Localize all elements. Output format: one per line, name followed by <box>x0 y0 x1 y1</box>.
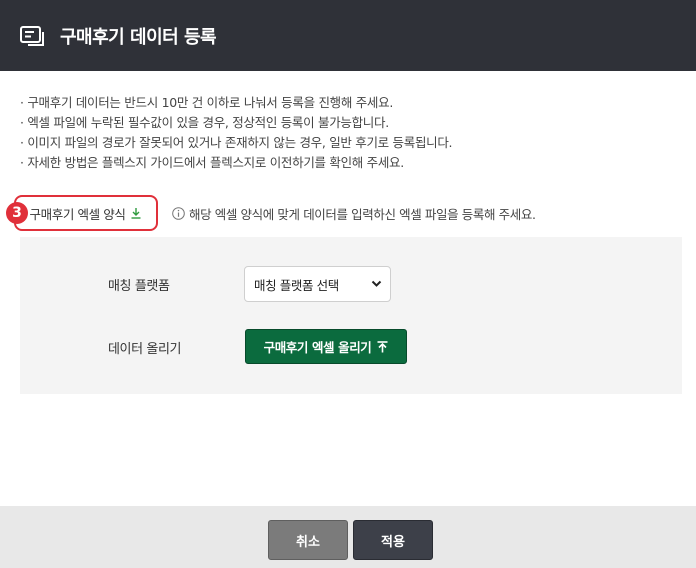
upload-form-panel: 매칭 플랫폼 매칭 플랫폼 선택 데이터 올리기 구매후기 엑셀 올리기 <box>20 237 682 394</box>
modal-footer: 취소 적용 <box>0 506 696 568</box>
upload-icon <box>377 340 388 352</box>
upload-label: 데이터 올리기 <box>108 342 182 357</box>
download-template-label: 구매후기 엑셀 양식 <box>29 206 126 222</box>
template-row: 3 구매후기 엑셀 양식 해당 엑셀 양식에 맞게 데이터를 입력하신 엑셀 파… <box>6 195 536 231</box>
info-icon <box>172 206 185 220</box>
modal-header: 구매후기 데이터 등록 <box>0 0 696 71</box>
note-item: · 엑셀 파일에 누락된 필수값이 있을 경우, 정상적인 등록이 불가능합니다… <box>20 115 389 130</box>
cancel-button[interactable]: 취소 <box>268 520 348 560</box>
download-icon <box>131 208 141 219</box>
platform-label: 매칭 플랫폼 <box>108 279 170 294</box>
note-item: · 구매후기 데이터는 반드시 10만 건 이하로 나눠서 등록을 진행해 주세… <box>20 95 393 110</box>
list-card-icon <box>20 25 44 46</box>
notes-list: · 구매후기 데이터는 반드시 10만 건 이하로 나눠서 등록을 진행해 주세… <box>20 93 680 173</box>
upload-excel-button[interactable]: 구매후기 엑셀 올리기 <box>245 329 407 364</box>
platform-select[interactable]: 매칭 플랫폼 선택 <box>244 266 391 302</box>
apply-button[interactable]: 적용 <box>353 520 433 560</box>
step-badge: 3 <box>6 202 28 224</box>
template-hint-text: 해당 엑셀 양식에 맞게 데이터를 입력하신 엑셀 파일을 등록해 주세요. <box>189 206 536 222</box>
platform-select-value: 매칭 플랫폼 선택 <box>254 277 339 293</box>
modal-title: 구매후기 데이터 등록 <box>60 26 217 48</box>
upload-excel-label: 구매후기 엑셀 올리기 <box>263 340 372 355</box>
chevron-down-icon <box>371 280 382 287</box>
note-item: · 이미지 파일의 경로가 잘못되어 있거나 존재하지 않는 경우, 일반 후기… <box>20 135 453 150</box>
template-hint: 해당 엑셀 양식에 맞게 데이터를 입력하신 엑셀 파일을 등록해 주세요. <box>172 204 536 223</box>
download-template-button[interactable]: 3 구매후기 엑셀 양식 <box>6 195 158 231</box>
note-item: · 자세한 방법은 플렉스지 가이드에서 플렉스지로 이전하기를 확인해 주세요… <box>20 155 404 170</box>
